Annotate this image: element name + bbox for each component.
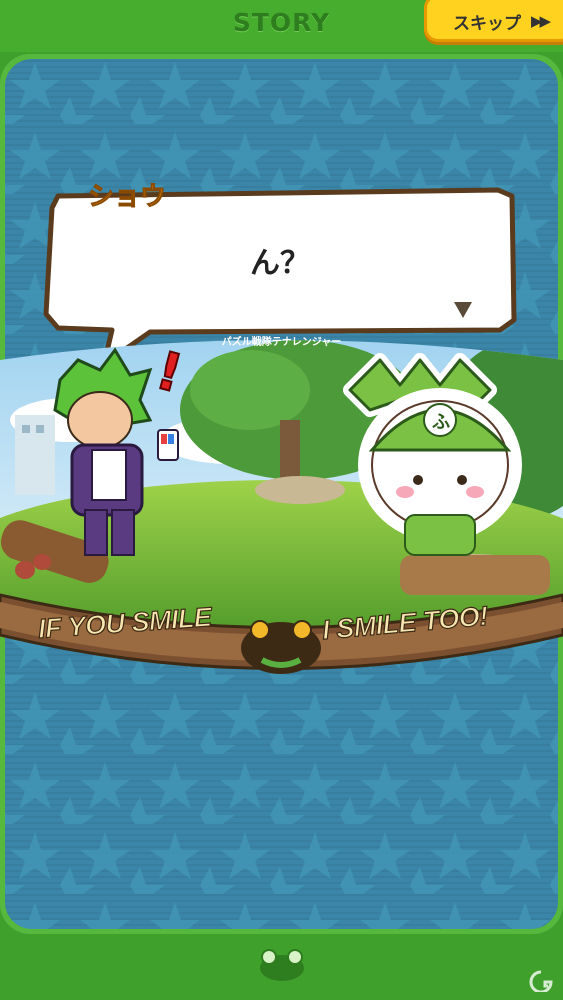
dialog-text: ん？	[250, 246, 310, 281]
speaker-name: ショウ	[87, 182, 167, 213]
triangle-down-icon[interactable]	[452, 300, 474, 320]
smile-emblem-icon	[241, 620, 321, 674]
site-logo-icon	[529, 970, 553, 992]
scene-subtitle: パズル戦隊テナレンジャー	[221, 337, 342, 348]
svg-text:ふ: ふ	[432, 412, 450, 433]
puzzle-creature-icon[interactable]	[258, 944, 306, 982]
